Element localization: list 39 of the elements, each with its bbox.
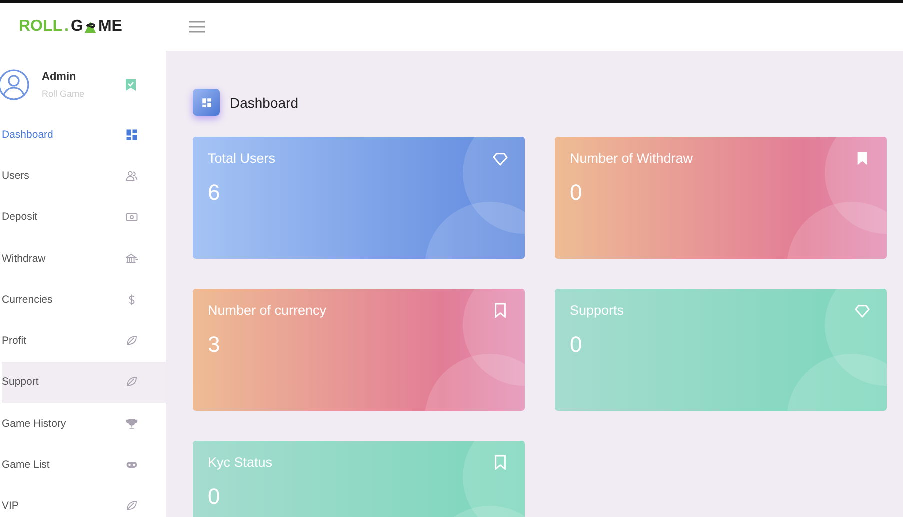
stat-value: 0 [208,484,222,510]
stat-value: 0 [570,332,584,358]
user-name: Admin [42,70,78,82]
sidebar-item[interactable]: Currencies [2,279,166,320]
sidebar-item[interactable]: Dashboard [2,114,166,156]
diamond-icon [855,303,870,318]
sidebar-item[interactable]: Deposit [2,196,166,238]
stat-label: Number of currency [208,303,327,318]
grid-icon [193,89,220,116]
sidebar-item[interactable]: VIP [2,486,166,517]
leaf-icon [126,376,138,388]
bookmark-check-icon[interactable] [126,78,136,90]
users-icon [126,170,138,182]
trophy-icon [126,418,138,430]
menu-icon[interactable] [189,21,205,33]
sidebar-item[interactable]: Withdraw [2,238,166,280]
avatar-icon [0,68,30,100]
grid-icon [126,128,138,141]
leaf-icon [126,335,138,348]
stat-label: Kyc Status [208,455,273,470]
stat-label: Supports [570,303,624,318]
stat-value: 0 [570,180,584,206]
stat-value: 3 [208,332,222,358]
diamond-icon [493,151,508,166]
bookmark-icon [855,151,870,166]
page-title: Dashboard [230,94,298,110]
bookmark-icon [493,455,508,470]
sidebar-item[interactable]: Support [2,362,166,404]
stat-label: Total Users [208,151,276,166]
bank-icon [126,252,138,265]
bookmark-icon [493,303,508,318]
sidebar-item[interactable]: Game List [2,444,166,486]
stat-value: 6 [208,180,222,206]
sidebar-item[interactable]: Game History [2,403,166,444]
sidebar-item[interactable]: Profit [2,320,166,362]
leaf-icon [126,500,138,512]
stat-label: Number of Withdraw [570,151,694,166]
sidebar-item[interactable]: Users [2,155,166,197]
cash-icon [126,211,138,224]
